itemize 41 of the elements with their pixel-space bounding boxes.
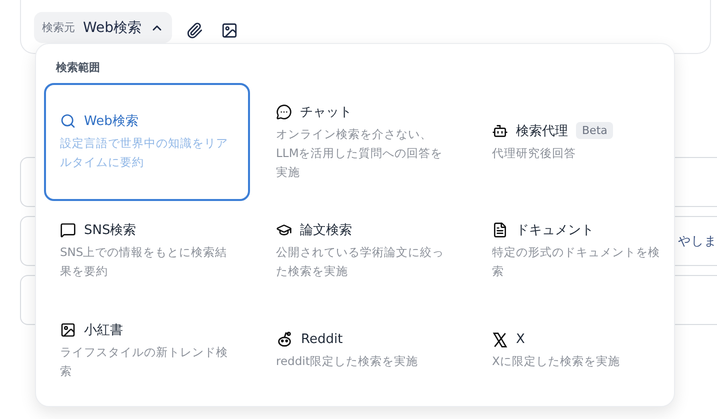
image-icon [60, 322, 76, 338]
item-label: Web検索 [84, 113, 138, 130]
menu-item[interactable]: X Xに限定した検索を実施 [476, 301, 682, 401]
item-description: 設定言語で世界中の知識をリアルタイムに要約 [60, 135, 229, 171]
menu-item[interactable]: Web検索 設定言語で世界中の知識をリアルタイムに要約 [44, 83, 250, 201]
item-label: 小紅書 [84, 322, 123, 339]
item-description: Xに限定した検索を実施 [492, 352, 621, 370]
item-description: SNS上での情報をもとに検索結果を要約 [60, 244, 228, 280]
menu-item[interactable]: 小紅書 ライフスタイルの新トレンド検索 [44, 301, 250, 401]
item-description: オンライン検索を介さない、LLMを活用した質問への回答を実施 [276, 126, 444, 180]
x-logo-icon [492, 332, 508, 348]
item-label: ドキュメント [516, 222, 594, 239]
menu-item[interactable]: 論文検索 公開されている学術論文に絞った検索を実施 [260, 201, 466, 301]
item-label: SNS検索 [84, 222, 136, 239]
source-selector[interactable]: 検索元 Web検索 [34, 12, 172, 43]
item-label: Reddit [301, 332, 343, 347]
alien-face-icon [276, 331, 293, 348]
item-label: チャット [300, 104, 352, 120]
image-icon [220, 22, 238, 39]
card-text: やしま [678, 232, 717, 250]
chat-bubble-icon [276, 104, 292, 120]
item-description: 公開されている学術論文に絞った検索を実施 [276, 244, 445, 280]
search-icon [60, 113, 76, 129]
item-description: 代理研究後回答 [492, 144, 577, 162]
message-icon [60, 222, 76, 238]
menu-title: 検索範囲 [56, 60, 101, 75]
item-label: 論文検索 [300, 222, 352, 239]
menu-item[interactable]: Reddit reddit限定した検索を実施 [260, 301, 466, 401]
item-description: reddit限定した検索を実施 [276, 353, 419, 370]
menu-item[interactable]: チャット オンライン検索を介さない、LLMを活用した質問への回答を実施 [260, 83, 466, 201]
beta-badge: Beta [576, 122, 614, 139]
menu-item[interactable]: 検索代理 Beta 代理研究後回答 [476, 83, 682, 201]
paperclip-icon [186, 22, 203, 39]
item-label: 検索代理 [516, 122, 568, 140]
document-icon [492, 222, 508, 238]
robot-icon [492, 122, 508, 138]
graduation-cap-icon [276, 222, 292, 238]
item-label: X [516, 332, 525, 347]
menu-item[interactable]: SNS検索 SNS上での情報をもとに検索結果を要約 [44, 201, 250, 301]
item-description: ライフスタイルの新トレンド検索 [60, 344, 229, 380]
item-description: 特定の形式のドキュメントを検索 [492, 244, 661, 280]
